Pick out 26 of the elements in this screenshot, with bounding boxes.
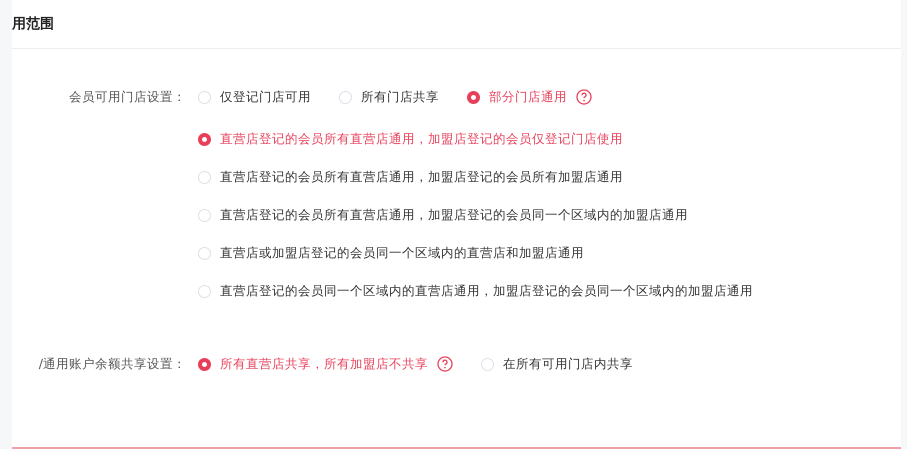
option-label: 直营店登记的会员同一个区域内的直营店通用，加盟店登记的会员同一个区域内的加盟店通用 [220,283,753,300]
radio-option[interactable]: 所有门店共享 [339,88,439,106]
setting-label: 会员可用门店设置： [68,88,186,106]
option-label: 所有直营店共享，所有加盟店不共享 [220,356,428,372]
help-icon[interactable] [576,89,592,105]
option-label: 所有门店共享 [361,88,439,106]
option-label: 部分门店通用 [489,88,567,106]
radio-button[interactable] [467,90,480,104]
option-label: 直营店登记的会员所有直营店通用，加盟店登记的会员所有加盟店通用 [220,169,623,186]
option-label: 直营店登记的会员所有直营店通用，加盟店登记的会员仅登记门店使用 [220,131,623,148]
radio-option[interactable]: 直营店登记的会员同一个区域内的直营店通用，加盟店登记的会员同一个区域内的加盟店通用 [198,283,901,300]
radio-option[interactable]: 直营店登记的会员所有直营店通用，加盟店登记的会员仅登记门店使用 [198,131,901,148]
radio-option[interactable]: 直营店登记的会员所有直营店通用，加盟店登记的会员同一个区域内的加盟店通用 [198,207,901,224]
help-icon[interactable] [437,356,453,372]
setting-label: /通用账户余额共享设置： [38,356,186,372]
radio-button[interactable] [198,133,211,146]
radio-option[interactable]: 部分门店通用 [467,88,592,106]
option-label: 直营店登记的会员所有直营店通用，加盟店登记的会员同一个区域内的加盟店通用 [220,207,688,224]
radio-button[interactable] [198,358,211,370]
option-label: 仅登记门店可用 [220,88,311,106]
option-label: 直营店或加盟店登记的会员同一个区域内的直营店和加盟店通用 [220,245,584,262]
radio-option[interactable]: 所有直营店共享，所有加盟店不共享 [198,356,453,372]
radio-option[interactable]: 直营店登记的会员所有直营店通用，加盟店登记的会员所有加盟店通用 [198,169,901,186]
radio-option[interactable]: 直营店或加盟店登记的会员同一个区域内的直营店和加盟店通用 [198,245,901,262]
radio-option[interactable]: 仅登记门店可用 [198,88,311,106]
section-title: 用范围 [12,15,54,33]
